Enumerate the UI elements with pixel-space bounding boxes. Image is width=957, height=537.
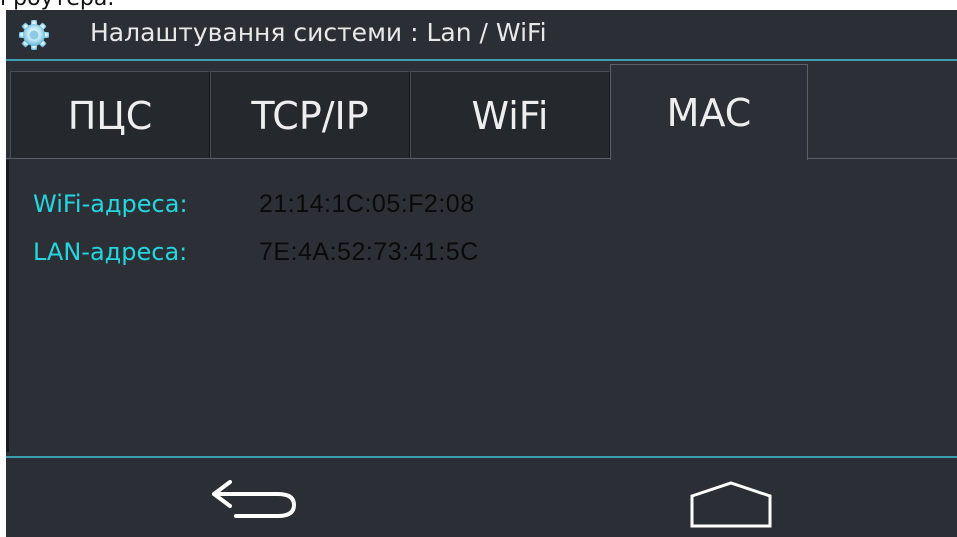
lan-address-label: LAN-адреса: [33, 238, 188, 266]
back-arrow-icon [212, 480, 297, 518]
tab-tcpip[interactable]: TCP/IP [210, 71, 410, 158]
back-button[interactable] [202, 476, 302, 526]
title-divider [6, 59, 957, 61]
wifi-address-value: 21:14:1C:05:F2:08 [259, 190, 475, 218]
window-title: Налаштування системи : Lan / WiFi [90, 18, 547, 47]
home-button[interactable] [686, 480, 776, 530]
tab-wifi[interactable]: WiFi [410, 71, 610, 158]
mac-panel: WiFi-адреса: 21:14:1C:05:F2:08 LAN-адреса… [6, 160, 957, 452]
lan-address-row: LAN-адреса: 7E:4A:52:73:41:5C [33, 238, 479, 267]
home-icon [690, 481, 772, 528]
tab-pcs[interactable]: ПЦС [10, 71, 210, 158]
tabs-divider [6, 158, 957, 159]
tab-mac[interactable]: MAC [610, 64, 808, 160]
cropped-text-line: і роутера. [0, 0, 114, 11]
lan-address-value: 7E:4A:52:73:41:5C [259, 238, 479, 266]
tab-label: TCP/IP [251, 94, 369, 138]
title-bar: Налаштування системи : Lan / WiFi [6, 10, 957, 60]
tab-label: ПЦС [67, 94, 153, 138]
wifi-address-row: WiFi-адреса: 21:14:1C:05:F2:08 [33, 190, 475, 219]
wifi-address-label: WiFi-адреса: [33, 190, 188, 218]
screenshot: і роутера. [0, 0, 957, 537]
gear-icon [18, 19, 50, 51]
tab-label: WiFi [471, 94, 549, 138]
tab-label: MAC [666, 91, 752, 135]
navigation-bar [6, 458, 957, 537]
device-screen: Налаштування системи : Lan / WiFi ПЦС TC… [6, 10, 957, 537]
